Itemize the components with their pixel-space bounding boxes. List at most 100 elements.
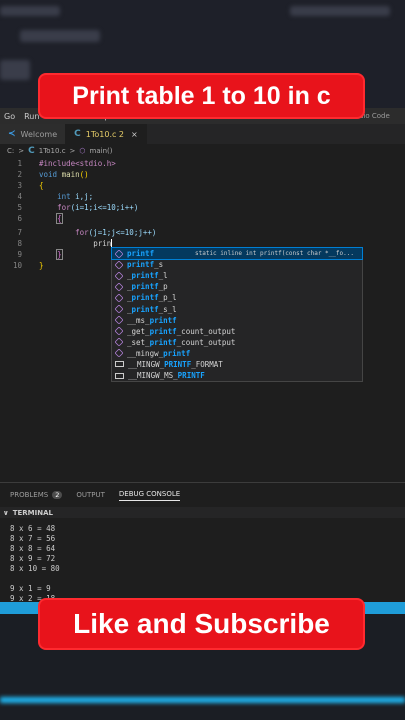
suggestion-match: printf	[149, 315, 177, 325]
line-number: 10	[12, 260, 22, 270]
breadcrumb: C: > C 1To10.c > ⬡ main()	[0, 144, 405, 157]
blurred-background	[0, 697, 405, 703]
tab-1to10[interactable]: C 1To10.c 2 ×	[66, 124, 147, 144]
problems-count-badge: 2	[52, 491, 63, 499]
tab-debug-console-label: DEBUG CONSOLE	[118, 489, 181, 498]
terminal-line: 9 x 1 = 9	[10, 584, 51, 593]
method-cube-icon	[114, 326, 124, 336]
suggestion-item[interactable]: __MINGW_MS_ PRINTF	[112, 370, 362, 381]
line-number: 6	[17, 213, 22, 223]
terminal-output[interactable]: 8 x 6 = 48 8 x 7 = 56 8 x 8 = 64 8 x 9 = 72…	[0, 518, 405, 604]
tab-output[interactable]: OUTPUT	[76, 491, 105, 499]
line-number: 9	[17, 249, 22, 259]
suggestion-match: PRINTF	[177, 371, 205, 381]
c-file-icon: C	[28, 145, 35, 156]
editor-tab-bar: ≺ Welcome C 1To10.c 2 ×	[0, 124, 405, 144]
suggestion-suffix: _s_l	[158, 304, 177, 314]
suggestion-item[interactable]: printf static inline int printf(const cha…	[111, 246, 363, 261]
suggestion-item[interactable]: _ printf _s_l	[112, 303, 362, 314]
suggestion-item[interactable]: __ms_ printf	[112, 315, 362, 326]
suggestion-suffix: _p_l	[158, 293, 177, 303]
suggestion-suffix: _count_output	[176, 326, 236, 336]
suggestion-detail: static inline int printf(const char *__f…	[195, 250, 354, 258]
suggestion-match: printf	[131, 271, 159, 281]
method-cube-icon	[114, 271, 124, 281]
suggestion-item[interactable]: _ printf _p	[112, 281, 362, 292]
tab-output-label: OUTPUT	[76, 491, 105, 499]
tab-welcome-label: Welcome	[20, 129, 58, 139]
code-keyword: for	[75, 227, 89, 237]
vscode-icon: ≺	[8, 129, 16, 139]
suggestion-suffix: _count_output	[176, 337, 236, 347]
suggestion-prefix: _get_	[127, 326, 150, 336]
subscribe-banner: Like and Subscribe	[40, 600, 363, 648]
terminal-label: TERMINAL	[12, 508, 53, 517]
chevron-right-icon: >	[18, 146, 25, 155]
suggestion-item[interactable]: _get_ printf _count_output	[112, 326, 362, 337]
suggestion-match: PRINTF	[164, 359, 192, 369]
tab-welcome[interactable]: ≺ Welcome	[0, 124, 67, 144]
suggestion-item[interactable]: __mingw_ printf	[112, 348, 362, 359]
close-icon[interactable]: ×	[131, 130, 138, 139]
method-cube-icon	[114, 249, 124, 259]
suggestion-item[interactable]: printf _s	[112, 259, 362, 270]
suggestion-suffix: _FORMAT	[191, 359, 223, 369]
method-cube-icon	[114, 293, 124, 303]
breadcrumb-drive[interactable]: C:	[7, 147, 14, 155]
suggestion-match: printf	[131, 304, 159, 314]
terminal-header[interactable]: ∨ TERMINAL	[0, 507, 405, 518]
suggestion-item[interactable]: _set_ printf _count_output	[112, 337, 362, 348]
menu-run[interactable]: Run	[24, 112, 39, 121]
suggestion-prefix: __mingw_	[127, 348, 164, 358]
suggestion-prefix: __ms_	[127, 315, 150, 325]
c-file-icon: C	[74, 129, 81, 139]
suggestion-prefix: _set_	[127, 337, 150, 347]
suggestion-match: printf	[127, 249, 155, 259]
method-cube-icon	[114, 315, 124, 325]
bottom-panel: PROBLEMS 2 OUTPUT DEBUG CONSOLE ∨ TERMIN…	[0, 482, 405, 604]
tab-problems-label: PROBLEMS	[10, 491, 49, 499]
breadcrumb-symbol[interactable]: main()	[90, 147, 113, 155]
terminal-line: 8 x 8 = 64	[10, 544, 56, 553]
code-text: prin	[93, 238, 112, 248]
suggestion-item[interactable]: __MINGW_ PRINTF _FORMAT	[112, 359, 362, 370]
suggestion-match: printf	[131, 282, 159, 292]
code-line-1: #include<stdio.h>	[39, 158, 116, 168]
method-cube-icon	[114, 348, 124, 358]
code-text: i,j;	[70, 191, 94, 201]
text-symbol-icon	[115, 372, 124, 379]
autocomplete-widget: printf static inline int printf(const cha…	[111, 246, 363, 382]
code-keyword: for	[57, 202, 71, 212]
suggestion-suffix: _p	[158, 282, 168, 292]
breadcrumb-file[interactable]: 1To10.c	[39, 147, 66, 155]
suggestion-item[interactable]: _ printf _l	[112, 270, 362, 281]
suggestion-suffix: _l	[158, 271, 168, 281]
suggestion-match: printf	[149, 326, 177, 336]
suggestion-item[interactable]: _ printf _p_l	[112, 292, 362, 303]
chevron-right-icon: >	[69, 146, 76, 155]
line-number: 3	[17, 180, 22, 190]
suggestion-match: printf	[149, 337, 177, 347]
terminal-line: 8 x 7 = 56	[10, 534, 56, 543]
chevron-down-icon: ∨	[3, 508, 9, 517]
terminal-line: 8 x 10 = 80	[10, 564, 60, 573]
code-keyword: void	[39, 169, 58, 179]
tab-problems[interactable]: PROBLEMS 2	[10, 491, 63, 499]
suggestion-suffix: _s	[154, 260, 164, 270]
line-number: 7	[17, 227, 22, 237]
line-number: 1	[17, 158, 22, 168]
suggestion-match: printf	[163, 348, 191, 358]
suggestion-prefix: __MINGW_MS_	[128, 371, 178, 381]
method-cube-icon	[114, 260, 124, 270]
tab-1to10-label: 1To10.c 2	[85, 129, 125, 139]
title-banner: Print table 1 to 10 in c	[40, 75, 363, 117]
tab-debug-console[interactable]: DEBUG CONSOLE	[118, 489, 181, 501]
menu-go[interactable]: Go	[4, 112, 15, 121]
code-keyword: int	[57, 191, 71, 201]
suggestion-match: printf	[131, 293, 159, 303]
terminal-line: 8 x 6 = 48	[10, 524, 56, 533]
text-symbol-icon	[115, 361, 124, 368]
line-number: 5	[17, 202, 22, 212]
code-text: (i=1;i<=10;i++)	[70, 202, 139, 212]
